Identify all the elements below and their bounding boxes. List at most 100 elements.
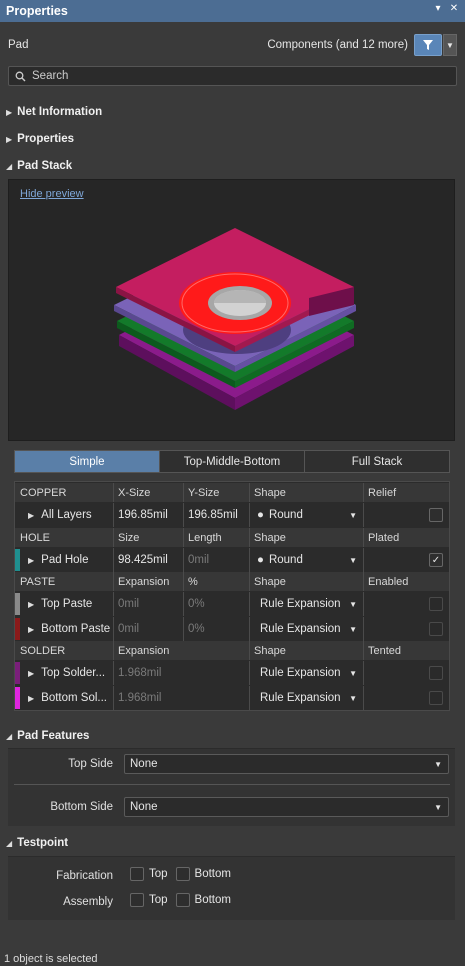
filter-button[interactable] <box>414 34 442 56</box>
solder-header-row: SOLDER Expansion Shape Tented <box>15 641 449 660</box>
tented-checkbox[interactable] <box>429 691 443 705</box>
table-row[interactable]: ▶ Pad Hole 98.425mil 0mil ● Round ▼ ✓ <box>15 548 449 572</box>
object-type-label: Pad <box>8 39 29 51</box>
table-row[interactable]: ▶ Bottom Sol... 1.968mil Rule Expansion ▼ <box>15 686 449 710</box>
checkbox-box[interactable] <box>175 893 190 907</box>
expansion-field[interactable]: 0mil <box>113 617 183 641</box>
tented-checkbox[interactable] <box>429 666 443 680</box>
checkbox-label: Top <box>149 894 168 906</box>
expansion-field[interactable]: 0mil <box>113 592 183 616</box>
expand-right-icon[interactable]: ▶ <box>28 511 34 520</box>
table-row[interactable]: ▶ Top Solder... 1.968mil Rule Expansion ▼ <box>15 661 449 685</box>
chevron-down-icon: ▼ <box>446 40 454 50</box>
panel-title: Properties <box>6 4 68 18</box>
x-size-field[interactable]: 196.85mil <box>113 503 183 527</box>
section-net-information[interactable]: ▶ Net Information <box>6 106 102 118</box>
expansion-field[interactable]: 1.968mil <box>113 661 249 685</box>
hole-header-row: HOLE Size Length Shape Plated <box>15 528 449 547</box>
section-label: Testpoint <box>17 837 69 849</box>
pad-3d-preview[interactable]: Hide preview <box>8 179 455 441</box>
asm-bottom-checkbox[interactable]: Bottom <box>175 893 231 907</box>
col-header: Shape <box>249 483 363 502</box>
search-input[interactable]: Search <box>8 66 457 86</box>
shape-select[interactable]: Rule Expansion ▼ <box>249 686 363 710</box>
chevron-down-icon: ▼ <box>349 624 357 634</box>
col-header: X-Size <box>113 483 183 502</box>
panel-titlebar: Properties ▾ ✕ <box>0 0 465 22</box>
chevron-down-icon: ▼ <box>349 555 357 565</box>
object-filter-row: Pad Components (and 12 more) ▼ <box>8 34 457 56</box>
layer-name: All Layers <box>41 509 92 521</box>
search-placeholder: Search <box>32 70 69 82</box>
shape-value: Round <box>268 554 303 566</box>
round-shape-icon: ● <box>257 554 264 566</box>
shape-select[interactable]: Rule Expansion ▼ <box>249 617 363 641</box>
checkbox-label: Bottom <box>194 894 231 906</box>
percent-field[interactable]: 0% <box>183 592 249 616</box>
layer-name: Bottom Paste <box>41 623 111 635</box>
checkbox-label: Top <box>149 868 168 880</box>
collapse-down-icon: ◢ <box>6 838 13 848</box>
section-testpoint[interactable]: ◢ Testpoint <box>6 837 68 849</box>
shape-select[interactable]: Rule Expansion ▼ <box>249 661 363 685</box>
fab-top-checkbox[interactable]: Top <box>130 867 168 881</box>
shape-select[interactable]: ● Round ▼ <box>249 503 363 527</box>
section-pad-stack[interactable]: ◢ Pad Stack <box>6 160 72 172</box>
filter-summary: Components (and 12 more) <box>267 39 408 51</box>
section-label: Pad Features <box>17 730 90 742</box>
table-row[interactable]: ▶ Top Paste 0mil 0% Rule Expansion ▼ <box>15 592 449 616</box>
assembly-label: Assembly <box>63 896 113 908</box>
tab-simple[interactable]: Simple <box>15 451 160 472</box>
expand-right-icon[interactable]: ▶ <box>28 556 34 565</box>
asm-top-checkbox[interactable]: Top <box>130 893 168 907</box>
col-header: Shape <box>249 528 363 547</box>
tab-top-middle-bottom[interactable]: Top-Middle-Bottom <box>160 451 305 472</box>
plated-checkbox[interactable]: ✓ <box>429 553 443 567</box>
pin-menu-icon[interactable]: ▾ <box>431 3 445 14</box>
hole-size-field[interactable]: 98.425mil <box>113 548 183 572</box>
enabled-checkbox[interactable] <box>429 597 443 611</box>
section-properties[interactable]: ▶ Properties <box>6 133 74 145</box>
section-pad-features[interactable]: ◢ Pad Features <box>6 730 89 742</box>
selection-status: 1 object is selected <box>4 953 98 965</box>
shape-value: Rule Expansion <box>260 667 341 679</box>
table-row[interactable]: ▶ Bottom Paste 0mil 0% Rule Expansion ▼ <box>15 617 449 641</box>
expand-right-icon[interactable]: ▶ <box>28 669 34 678</box>
filter-dropdown-button[interactable]: ▼ <box>443 34 457 56</box>
tab-full-stack[interactable]: Full Stack <box>305 451 449 472</box>
percent-field[interactable]: 0% <box>183 617 249 641</box>
chevron-down-icon: ▼ <box>434 759 442 769</box>
expand-right-icon: ▶ <box>6 107 13 117</box>
enabled-checkbox[interactable] <box>429 622 443 636</box>
chevron-down-icon: ▼ <box>434 802 442 812</box>
col-header: Shape <box>249 641 363 660</box>
testpoint-panel <box>8 856 455 920</box>
close-icon[interactable]: ✕ <box>447 3 461 14</box>
assembly-options: Top Bottom <box>130 893 239 907</box>
layer-name: Pad Hole <box>41 554 89 566</box>
relief-checkbox[interactable] <box>429 508 443 522</box>
section-label: Net Information <box>17 106 103 118</box>
shape-select[interactable]: ● Round ▼ <box>249 548 363 572</box>
layer-name: Top Paste <box>41 598 93 610</box>
bottom-side-select[interactable]: None ▼ <box>124 797 449 817</box>
chevron-down-icon: ▼ <box>349 599 357 609</box>
collapse-down-icon: ◢ <box>6 731 13 741</box>
expand-right-icon[interactable]: ▶ <box>28 600 34 609</box>
col-header: Enabled <box>363 572 449 591</box>
fab-bottom-checkbox[interactable]: Bottom <box>175 867 231 881</box>
checkbox-box[interactable] <box>130 867 144 881</box>
y-size-field[interactable]: 196.85mil <box>183 503 249 527</box>
top-side-select[interactable]: None ▼ <box>124 754 449 774</box>
expansion-field[interactable]: 1.968mil <box>113 686 249 710</box>
chevron-down-icon: ▼ <box>349 693 357 703</box>
col-header: Expansion <box>113 572 183 591</box>
table-row[interactable]: ▶ All Layers 196.85mil 196.85mil ● Round ▼ <box>15 503 449 527</box>
shape-select[interactable]: Rule Expansion ▼ <box>249 592 363 616</box>
fabrication-label: Fabrication <box>56 870 113 882</box>
expand-right-icon[interactable]: ▶ <box>28 694 34 703</box>
checkbox-box[interactable] <box>130 893 144 907</box>
expand-right-icon[interactable]: ▶ <box>28 625 34 634</box>
copper-header-row: COPPER X-Size Y-Size Shape Relief <box>15 483 449 502</box>
checkbox-box[interactable] <box>175 867 190 881</box>
